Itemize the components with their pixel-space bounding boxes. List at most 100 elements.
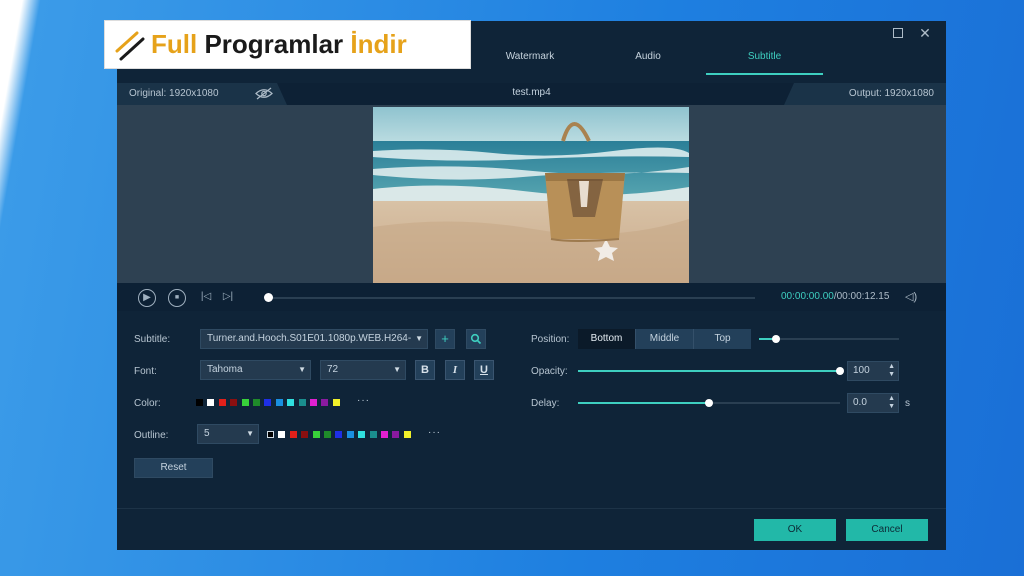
search-subtitle-button[interactable] <box>466 329 486 349</box>
info-bar: test.mp4 Original: 1920x1080 Output: 192… <box>117 83 946 105</box>
close-icon[interactable]: ✕ <box>916 24 934 42</box>
original-resolution: Original: 1920x1080 <box>117 83 287 105</box>
eye-hidden-icon[interactable] <box>255 87 273 100</box>
output-resolution: Output: 1920x1080 <box>784 83 946 105</box>
color-swatch[interactable] <box>275 399 283 406</box>
bold-button[interactable]: B <box>415 360 435 380</box>
delay-slider-fill <box>578 402 709 404</box>
outline-swatch[interactable] <box>312 431 320 438</box>
ok-button[interactable]: OK <box>754 519 836 541</box>
font-label: Font: <box>134 366 157 377</box>
opacity-stepper[interactable]: 100 ▲ ▼ <box>847 361 899 381</box>
logo-slash-icon <box>115 31 145 61</box>
outline-swatch[interactable] <box>346 431 354 438</box>
tab-subtitle[interactable]: Subtitle <box>706 45 823 75</box>
total-time: /00:00:12.15 <box>833 291 890 302</box>
add-subtitle-button[interactable]: + <box>435 329 455 349</box>
outline-swatch[interactable] <box>289 431 297 438</box>
chevron-down-icon: ▼ <box>393 365 401 374</box>
outline-value: 5 <box>204 428 210 439</box>
previous-frame-button[interactable]: |◁ <box>197 289 215 307</box>
position-top-button[interactable]: Top <box>694 329 751 349</box>
opacity-slider-knob[interactable] <box>836 367 844 375</box>
color-swatch[interactable] <box>287 399 295 406</box>
italic-button[interactable]: I <box>445 360 465 380</box>
font-family-select[interactable]: Tahoma ▼ <box>200 360 311 380</box>
search-icon <box>470 333 482 345</box>
outline-label: Outline: <box>134 430 169 441</box>
logo-text: Full Programlar İndir <box>151 29 407 60</box>
outline-swatch[interactable] <box>392 431 400 438</box>
outline-swatch[interactable] <box>358 431 366 438</box>
position-middle-button[interactable]: Middle <box>636 329 694 349</box>
outline-swatch[interactable] <box>267 431 274 438</box>
font-size-value: 72 <box>327 364 339 375</box>
delay-stepper[interactable]: 0.0 ▲ ▼ <box>847 393 899 413</box>
volume-icon[interactable]: ◁) <box>905 290 917 303</box>
subtitle-value: Turner.and.Hooch.S01E01.1080p.WEB.H264- <box>207 333 412 344</box>
position-slider-track[interactable] <box>759 338 899 340</box>
color-swatch[interactable] <box>253 399 260 406</box>
chevron-down-icon: ▼ <box>415 334 423 343</box>
outline-swatch[interactable] <box>369 431 377 438</box>
color-swatch[interactable] <box>310 399 317 406</box>
position-label: Position: <box>531 334 570 345</box>
outline-swatch[interactable] <box>278 431 286 438</box>
color-swatch[interactable] <box>230 399 238 406</box>
playback-bar: ▶ ■ |◁ ▷| 00:00:00.00/00:00:12.15 ◁) <box>117 283 946 311</box>
font-family-value: Tahoma <box>207 364 243 375</box>
video-frame <box>373 107 689 283</box>
color-swatch[interactable] <box>332 399 340 406</box>
delay-slider-knob[interactable] <box>705 399 713 407</box>
more-colors-button[interactable]: ··· <box>357 395 370 406</box>
original-resolution-text: Original: 1920x1080 <box>129 88 219 99</box>
play-button[interactable]: ▶ <box>138 289 156 307</box>
site-logo: Full Programlar İndir <box>104 20 471 69</box>
delay-value: 0.0 <box>853 397 867 408</box>
font-size-select[interactable]: 72 ▼ <box>320 360 406 380</box>
maximize-icon[interactable] <box>889 24 907 42</box>
current-time: 00:00:00.00 <box>781 291 834 302</box>
delay-unit: s <box>905 398 910 409</box>
outline-swatch[interactable] <box>403 431 411 438</box>
underline-button[interactable]: U <box>474 360 494 380</box>
stepper-arrows-icon[interactable]: ▲ ▼ <box>888 363 895 379</box>
cancel-button[interactable]: Cancel <box>846 519 928 541</box>
outline-swatch[interactable] <box>381 431 388 438</box>
tab-audio[interactable]: Audio <box>617 45 679 75</box>
color-swatch[interactable] <box>207 399 215 406</box>
color-swatch[interactable] <box>196 399 203 406</box>
stop-button[interactable]: ■ <box>168 289 186 307</box>
color-swatch[interactable] <box>241 399 249 406</box>
position-slider-knob[interactable] <box>772 335 780 343</box>
subtitle-label: Subtitle: <box>134 334 171 345</box>
outline-swatch[interactable] <box>324 431 331 438</box>
time-display: 00:00:00.00/00:00:12.15 <box>781 291 889 302</box>
color-swatch[interactable] <box>321 399 329 406</box>
progress-track[interactable] <box>267 297 755 299</box>
progress-thumb[interactable] <box>264 293 273 302</box>
opacity-label: Opacity: <box>531 366 568 377</box>
next-frame-button[interactable]: ▷| <box>219 289 237 307</box>
opacity-slider-fill <box>578 370 840 372</box>
chevron-down-icon: ▼ <box>246 429 254 438</box>
converter-window: Watermark Audio Subtitle ✕ test.mp4 Orig… <box>117 21 946 550</box>
color-swatch[interactable] <box>264 399 272 406</box>
logo-word-programlar: Programlar <box>204 29 344 59</box>
logo-word-indir: İndir <box>350 29 407 59</box>
color-label: Color: <box>134 398 161 409</box>
delay-label: Delay: <box>531 398 560 409</box>
dialog-footer: OK Cancel <box>117 508 946 550</box>
stepper-arrows-icon[interactable]: ▲ ▼ <box>888 395 895 411</box>
color-swatch[interactable] <box>298 399 306 406</box>
color-swatch[interactable] <box>218 399 226 406</box>
chevron-down-icon: ▼ <box>298 365 306 374</box>
tab-watermark[interactable]: Watermark <box>495 45 565 75</box>
outline-select[interactable]: 5 ▼ <box>197 424 259 444</box>
outline-swatch[interactable] <box>335 431 343 438</box>
reset-button[interactable]: Reset <box>134 458 213 478</box>
outline-swatch[interactable] <box>301 431 309 438</box>
more-outline-colors-button[interactable]: ··· <box>428 427 441 438</box>
subtitle-select[interactable]: Turner.and.Hooch.S01E01.1080p.WEB.H264- … <box>200 329 428 349</box>
position-bottom-button[interactable]: Bottom <box>578 329 636 349</box>
